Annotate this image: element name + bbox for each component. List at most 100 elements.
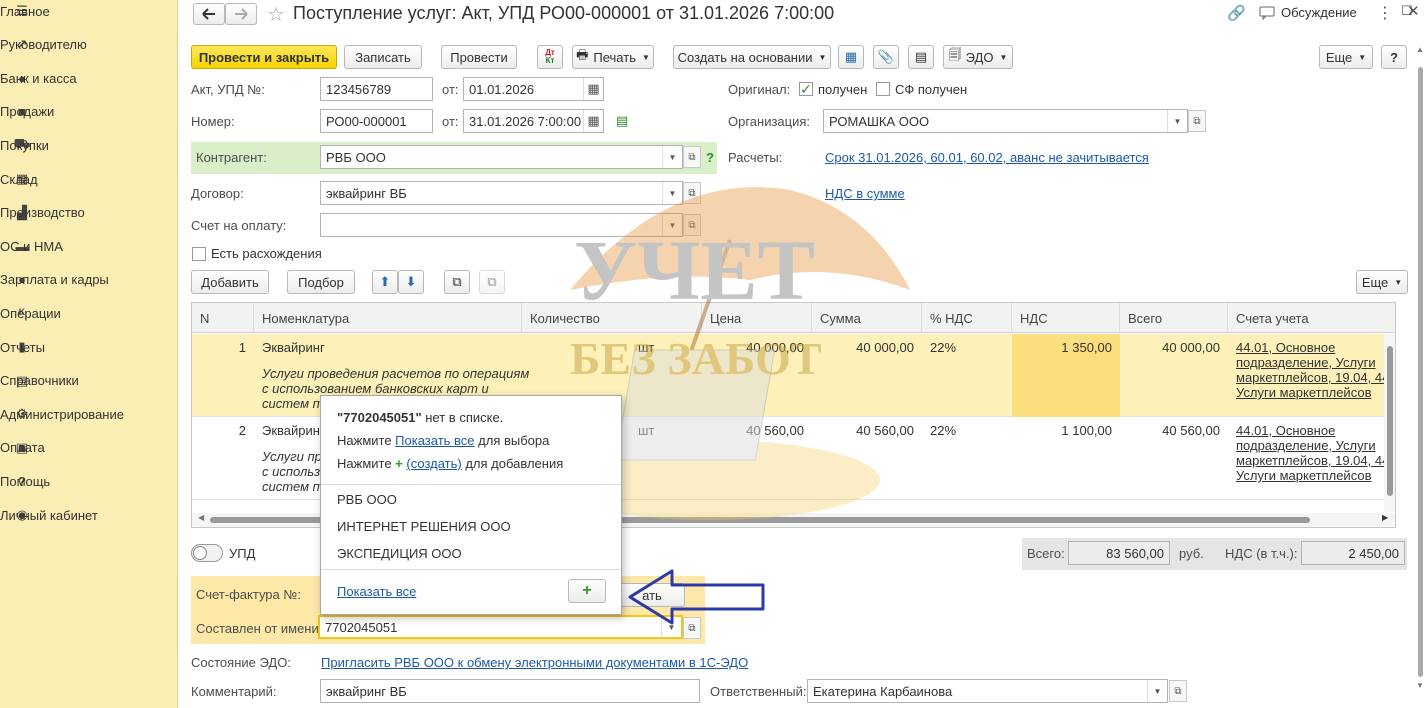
open-contractor-icon[interactable]: ⧉	[683, 146, 701, 168]
sidebar-item[interactable]: ⛟ Покупки	[0, 130, 178, 160]
popup-option[interactable]: РВБ ООО	[337, 492, 397, 507]
sidebar-item[interactable]: ▮ Отчеты	[0, 332, 178, 362]
create-based-on-button[interactable]: Создать на основании ▼	[673, 45, 831, 69]
upd-toggle[interactable]	[191, 544, 223, 562]
printer-icon: 🖶	[576, 47, 589, 62]
dt-kt-button[interactable]: Дт Кт	[537, 45, 563, 69]
question-icon[interactable]: ?	[706, 150, 714, 165]
scrollbar-thumb[interactable]	[1387, 346, 1393, 496]
sidebar-item[interactable]: ▤ Справочники	[0, 366, 178, 396]
more-button[interactable]: Еще ▼	[1319, 45, 1373, 69]
move-down-button[interactable]: ⬇	[398, 270, 424, 294]
sidebar-item[interactable]: ● Зарплата и кадры	[0, 265, 178, 295]
page-scrollbar[interactable]: ▲ ▼	[1416, 45, 1426, 695]
open-organization-icon[interactable]: ⧉	[1188, 110, 1206, 132]
sf-received-checkbox[interactable]	[876, 82, 890, 96]
edo-invite-link[interactable]: Пригласить РВБ ООО к обмену электронными…	[321, 655, 748, 670]
contract-field[interactable]: эквайринг ВБ ▼	[320, 181, 683, 205]
column-header-vat-rate[interactable]: % НДС	[922, 303, 1012, 333]
discrepancy-checkbox[interactable]	[192, 247, 206, 261]
close-icon[interactable]: ✕	[1407, 2, 1420, 20]
popup-option[interactable]: ЭКСПЕДИЦИЯ ООО	[337, 546, 462, 561]
edo-button[interactable]: 🗐 ЭДО ▼	[943, 45, 1013, 69]
popup-option[interactable]: ИНТЕРНЕТ РЕШЕНИЯ ООО	[337, 519, 511, 534]
open-responsible-icon[interactable]: ⧉	[1169, 680, 1187, 702]
act-date-field[interactable]: 01.01.2026 ▦	[463, 77, 604, 101]
open-invoice-icon[interactable]: ⧉	[683, 214, 701, 236]
sidebar-item[interactable]: ■ Продажи	[0, 97, 178, 127]
popup-show-all-inline-link[interactable]: Показать все	[395, 433, 474, 448]
help-button[interactable]: ?	[1381, 45, 1407, 69]
attach-button[interactable]: 📎	[873, 45, 899, 69]
scroll-left-icon[interactable]: ◀	[198, 513, 204, 522]
row-accounts[interactable]: 44.01, Основное подразделение, Услуги ма…	[1236, 423, 1395, 483]
chevron-down-icon[interactable]: ▼	[662, 214, 682, 236]
sidebar-item[interactable]: ☰ Главное	[0, 0, 178, 26]
paste-row-button[interactable]: ⧉	[479, 270, 505, 294]
vat-in-amount-link[interactable]: НДС в сумме	[825, 186, 905, 201]
popup-add-button[interactable]: +	[568, 579, 606, 603]
column-header-nomenclature[interactable]: Номенклатура	[254, 303, 522, 333]
discussion-button[interactable]: Обсуждение	[1259, 5, 1357, 20]
calendar-icon[interactable]: ▦	[583, 78, 603, 100]
open-contract-icon[interactable]: ⧉	[683, 182, 701, 204]
chevron-down-icon[interactable]: ▼	[662, 146, 682, 168]
calendar-icon[interactable]: ▦	[583, 110, 603, 132]
post-and-close-button[interactable]: Провести и закрыть	[191, 45, 337, 69]
column-header-total[interactable]: Всего	[1120, 303, 1228, 333]
forward-button[interactable]	[225, 3, 257, 25]
chevron-down-icon[interactable]: ▼	[662, 182, 682, 204]
column-header-vat[interactable]: НДС	[1012, 303, 1120, 333]
print-button[interactable]: 🖶 Печать ▼	[572, 45, 654, 69]
sidebar-item[interactable]: ▟ Производство	[0, 198, 178, 228]
scroll-right-icon[interactable]: ▶	[1382, 513, 1388, 522]
scroll-up-icon[interactable]: ▲	[1416, 45, 1424, 54]
post-button[interactable]: Провести	[441, 45, 517, 69]
column-header-sum[interactable]: Сумма	[812, 303, 922, 333]
set-time-icon[interactable]: ▤	[616, 113, 628, 129]
table-more-button[interactable]: Еще ▼	[1356, 270, 1408, 294]
sidebar-item[interactable]: ᴷ Операции	[0, 298, 178, 328]
popup-show-all-link[interactable]: Показать все	[337, 584, 416, 599]
back-button[interactable]	[193, 3, 225, 25]
column-header-n[interactable]: N	[192, 303, 254, 333]
report-button[interactable]: ▤	[908, 45, 934, 69]
copy-row-button[interactable]: ⧉	[444, 270, 470, 294]
sidebar-item[interactable]: ? Помощь	[0, 466, 178, 496]
window-menu-icon[interactable]: ⋮	[1377, 3, 1393, 23]
organization-field[interactable]: РОМАШКА ООО ▼	[823, 109, 1188, 133]
sidebar-item[interactable]: ● Банк и касса	[0, 63, 178, 93]
sidebar-item[interactable]: ▦ Склад	[0, 164, 178, 194]
row-accounts[interactable]: 44.01, Основное подразделение, Услуги ма…	[1236, 340, 1395, 400]
responsible-field[interactable]: Екатерина Карбаинова ▼	[807, 679, 1168, 703]
received-checkbox[interactable]: ✓	[799, 81, 813, 97]
pick-button[interactable]: Подбор	[287, 270, 355, 294]
column-header-quantity[interactable]: Количество	[522, 303, 702, 333]
invoice-field[interactable]: ▼	[320, 213, 683, 237]
contractor-field[interactable]: РВБ ООО ▼	[320, 145, 683, 169]
column-header-price[interactable]: Цена	[702, 303, 812, 333]
structure-button[interactable]: ▦	[838, 45, 864, 69]
save-button[interactable]: Записать	[344, 45, 422, 69]
chevron-down-icon[interactable]: ▼	[1167, 110, 1187, 132]
favorite-star-icon[interactable]: ☆	[267, 2, 285, 27]
popup-create-link[interactable]: (создать)	[406, 456, 461, 471]
sidebar-item[interactable]: ▣ Оплата	[0, 433, 178, 463]
sidebar-item[interactable]: ↗ Руководителю	[0, 30, 178, 60]
sidebar-item[interactable]: ⚙ Администрирование	[0, 399, 178, 429]
vertical-scrollbar[interactable]	[1384, 334, 1395, 512]
sidebar-item[interactable]: ◉ Личный кабинет	[0, 500, 178, 530]
number-field[interactable]: РО00-000001	[320, 109, 433, 133]
add-row-button[interactable]: Добавить	[191, 270, 269, 294]
link-icon[interactable]: 🔗	[1227, 4, 1246, 22]
settlements-link[interactable]: Срок 31.01.2026, 60.01, 60.02, аванс не …	[825, 150, 1149, 165]
scrollbar-thumb[interactable]	[1418, 67, 1423, 677]
scroll-down-icon[interactable]: ▼	[1416, 681, 1424, 690]
move-up-button[interactable]: ⬆	[372, 270, 398, 294]
chevron-down-icon[interactable]: ▼	[1147, 680, 1167, 702]
act-number-field[interactable]: 123456789	[320, 77, 433, 101]
sidebar-item[interactable]: ▬ ОС и НМА	[0, 231, 178, 261]
column-header-accounts[interactable]: Счета учета	[1228, 303, 1395, 333]
comment-field[interactable]: эквайринг ВБ	[320, 679, 700, 703]
number-date-field[interactable]: 31.01.2026 7:00:00 ▦	[463, 109, 604, 133]
